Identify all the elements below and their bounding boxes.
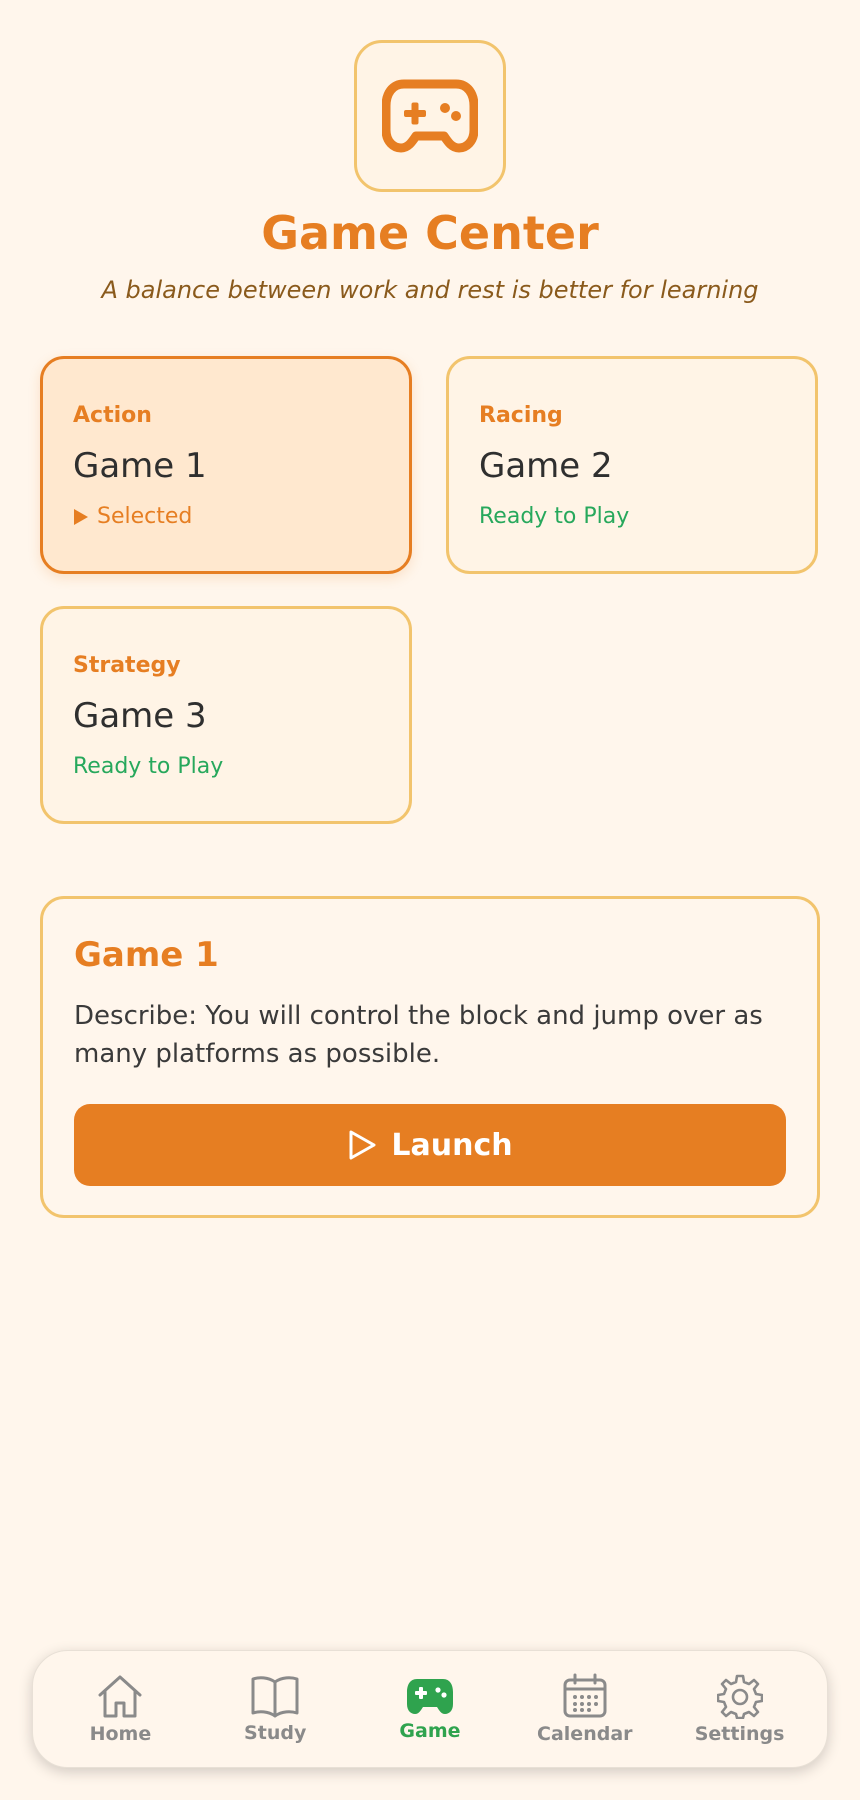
nav-label: Game — [399, 1720, 461, 1742]
book-icon — [251, 1676, 299, 1718]
bottom-nav: Home Study Game Calendar Settings — [32, 1650, 828, 1768]
game-status-label: Ready to Play — [73, 754, 224, 779]
gear-icon — [716, 1674, 763, 1719]
game-category: Racing — [479, 403, 563, 428]
calendar-icon — [563, 1673, 607, 1718]
game-status-label: Ready to Play — [479, 504, 630, 529]
play-icon — [349, 1130, 376, 1160]
game-name: Game 2 — [479, 446, 613, 486]
game-card-2[interactable]: Racing Game 2 Ready to Play — [446, 356, 818, 574]
game-status: Ready to Play — [73, 754, 379, 779]
detail-title: Game 1 — [74, 935, 219, 975]
game-category: Action — [73, 403, 152, 428]
game-card-1[interactable]: Action Game 1 Selected — [40, 356, 412, 574]
play-triangle-icon — [74, 508, 88, 525]
game-detail-panel: Game 1 Describe: You will control the bl… — [40, 896, 820, 1218]
gamepad-icon — [406, 1679, 453, 1714]
page-subtitle: A balance between work and rest is bette… — [101, 276, 759, 304]
launch-button[interactable]: Launch — [74, 1104, 786, 1186]
launch-label: Launch — [391, 1127, 513, 1163]
nav-label: Settings — [694, 1723, 785, 1745]
nav-label: Home — [89, 1723, 152, 1745]
game-status: Selected — [73, 504, 379, 529]
game-name: Game 1 — [73, 446, 207, 486]
game-status: Ready to Play — [479, 504, 785, 529]
nav-item-home[interactable]: Home — [50, 1673, 190, 1745]
nav-label: Study — [244, 1722, 307, 1744]
page-title: Game Center — [261, 206, 599, 260]
nav-label: Calendar — [537, 1723, 633, 1745]
nav-item-study[interactable]: Study — [205, 1674, 345, 1744]
game-category: Strategy — [73, 653, 181, 678]
gamepad-icon — [382, 79, 478, 153]
detail-description: Describe: You will control the block and… — [74, 1001, 763, 1069]
nav-item-game[interactable]: Game — [360, 1676, 500, 1742]
nav-item-settings[interactable]: Settings — [670, 1673, 810, 1745]
game-status-label: Selected — [97, 504, 193, 529]
header-logo — [354, 40, 506, 192]
home-icon — [98, 1675, 142, 1718]
game-card-3[interactable]: Strategy Game 3 Ready to Play — [40, 606, 412, 824]
game-name: Game 3 — [73, 696, 207, 736]
nav-item-calendar[interactable]: Calendar — [515, 1673, 655, 1745]
